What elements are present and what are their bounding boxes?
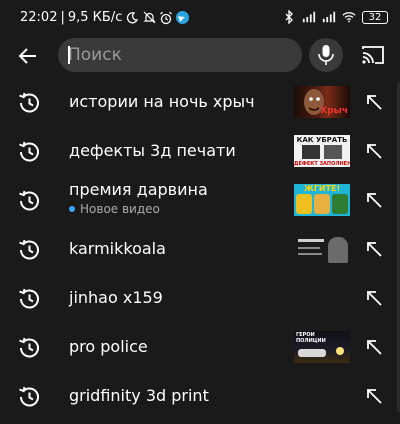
fill-query-arrow-icon[interactable] bbox=[364, 386, 384, 406]
history-item[interactable]: дефекты 3д печати КАК УБРАТЬ ДЕФЕКТ ЗАПО… bbox=[0, 127, 400, 176]
thumbnail-title: ЖГИТЕ! bbox=[304, 184, 341, 193]
search-history-list: истории на ночь хрыч Хрыч дефекты 3д печ… bbox=[0, 78, 400, 421]
wifi-icon bbox=[342, 10, 356, 24]
thumbnail-image bbox=[302, 145, 320, 159]
video-thumbnail: Хрыч bbox=[294, 86, 350, 118]
search-input[interactable] bbox=[68, 38, 293, 72]
fill-query-arrow-icon[interactable] bbox=[364, 190, 384, 210]
new-video-badge: Новое видео bbox=[69, 202, 160, 216]
status-bar: 22:02 | 9,5 КБ/с 32 bbox=[0, 0, 400, 36]
history-icon bbox=[19, 190, 39, 211]
back-button[interactable] bbox=[14, 42, 42, 70]
status-time: 22:02 bbox=[20, 10, 58, 25]
battery-indicator: 32 bbox=[362, 10, 388, 24]
video-thumbnail: КАК УБРАТЬ ДЕФЕКТ ЗАПОЛНЕНИЯ? bbox=[294, 135, 350, 167]
thumbnail-subtitle: ДЕФЕКТ ЗАПОЛНЕНИЯ? bbox=[294, 161, 350, 167]
thumbnail-figure bbox=[296, 194, 312, 214]
history-item[interactable]: премия дарвина Новое видео ЖГИТЕ! bbox=[0, 176, 400, 225]
history-icon bbox=[19, 239, 39, 260]
history-query: pro police bbox=[69, 337, 148, 356]
fill-query-arrow-icon[interactable] bbox=[364, 337, 384, 357]
history-query: jinhao x159 bbox=[69, 288, 163, 307]
thumbnail-text-block bbox=[298, 247, 320, 249]
fill-query-arrow-icon[interactable] bbox=[364, 141, 384, 161]
text-caret bbox=[68, 46, 70, 64]
fill-query-arrow-icon[interactable] bbox=[364, 288, 384, 308]
new-video-label: Новое видео bbox=[80, 202, 160, 216]
new-dot-icon bbox=[69, 206, 75, 212]
thumbnail-figure bbox=[332, 194, 348, 214]
network-speed: 9,5 КБ/с bbox=[67, 10, 123, 25]
telegram-icon bbox=[176, 11, 190, 24]
voice-search-button[interactable] bbox=[309, 38, 343, 72]
thumbnail-title: КАК УБРАТЬ bbox=[296, 136, 348, 144]
fill-query-arrow-icon[interactable] bbox=[364, 92, 384, 112]
history-query: истории на ночь хрыч bbox=[69, 92, 255, 111]
cast-button[interactable] bbox=[360, 42, 388, 70]
thumbnail-figure bbox=[328, 237, 348, 263]
signal-icon-2 bbox=[322, 10, 336, 24]
thumbnail-title: Хрыч bbox=[320, 106, 348, 116]
alarm-icon bbox=[159, 11, 173, 25]
video-thumbnail: ЖГИТЕ! bbox=[294, 184, 350, 216]
history-item[interactable]: karmikkoala bbox=[0, 225, 400, 274]
history-icon bbox=[19, 92, 39, 113]
history-icon bbox=[19, 141, 39, 162]
history-query: karmikkoala bbox=[69, 239, 166, 258]
bluetooth-icon bbox=[282, 10, 296, 24]
thumbnail-text-block bbox=[298, 239, 324, 242]
moon-icon bbox=[125, 11, 139, 25]
muted-bell-icon bbox=[142, 11, 156, 25]
history-icon bbox=[19, 386, 39, 407]
history-item[interactable]: pro police ГЕРОИ ПОЛИЦИИ bbox=[0, 323, 400, 372]
thumbnail-car bbox=[298, 349, 326, 357]
thumbnail-title: ГЕРОИ ПОЛИЦИИ bbox=[296, 332, 326, 344]
video-thumbnail bbox=[294, 233, 350, 265]
history-icon bbox=[19, 288, 39, 309]
search-field[interactable] bbox=[58, 38, 302, 72]
arrow-left-icon bbox=[18, 48, 36, 64]
fill-query-arrow-icon[interactable] bbox=[364, 239, 384, 259]
thumbnail-figure bbox=[314, 194, 330, 214]
video-thumbnail: ГЕРОИ ПОЛИЦИИ bbox=[294, 331, 350, 363]
thumbnail-light bbox=[336, 347, 344, 355]
history-icon bbox=[19, 337, 39, 358]
history-item[interactable]: gridfinity 3d print bbox=[0, 372, 400, 421]
history-query: gridfinity 3d print bbox=[69, 386, 209, 405]
search-bar bbox=[0, 36, 400, 74]
history-item[interactable]: истории на ночь хрыч Хрыч bbox=[0, 78, 400, 127]
thumbnail-text-block bbox=[298, 253, 322, 255]
cast-icon bbox=[362, 46, 384, 64]
history-query: премия дарвина bbox=[69, 180, 208, 199]
thumbnail-image bbox=[324, 145, 342, 159]
history-item[interactable]: jinhao x159 bbox=[0, 274, 400, 323]
signal-icon bbox=[302, 10, 316, 24]
microphone-icon bbox=[318, 45, 334, 65]
history-query: дефекты 3д печати bbox=[69, 141, 236, 160]
